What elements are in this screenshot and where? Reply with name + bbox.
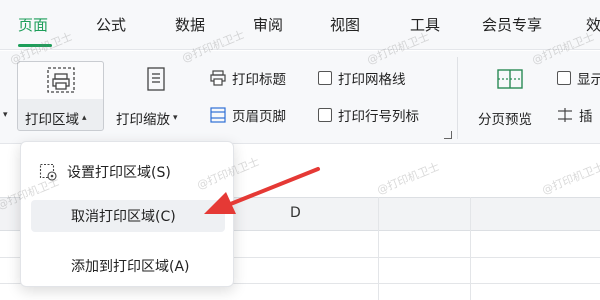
show-checkbox[interactable]: 显示 xyxy=(557,68,600,88)
menu-item-label: 添加到打印区域(A) xyxy=(71,259,190,275)
print-titles-icon xyxy=(210,70,226,86)
print-scale-label: 打印缩放 xyxy=(116,112,170,128)
ribbon-tab-bar: 页面 公式 数据 审阅 视图 工具 会员专享 效 xyxy=(0,0,600,50)
print-gridlines-label: 打印网格线 xyxy=(338,72,406,88)
print-scale-icon xyxy=(143,66,169,94)
insert-label: 插 xyxy=(579,109,593,125)
tab-view[interactable]: 视图 xyxy=(330,14,360,35)
column-header-d[interactable]: D xyxy=(290,205,301,221)
page-break-preview-button[interactable]: 分页预览 xyxy=(478,108,532,128)
print-scale-button[interactable]: 打印缩放 ▾ xyxy=(116,108,178,128)
print-row-col-labels-checkbox[interactable]: 打印行号列标 xyxy=(318,105,419,125)
show-label: 显示 xyxy=(577,72,600,88)
chevron-down-icon: ▾ xyxy=(173,113,178,123)
tab-page[interactable]: 页面 xyxy=(18,14,48,35)
checkbox-icon[interactable] xyxy=(318,108,332,122)
insert-button[interactable]: 插 xyxy=(557,105,593,125)
menu-item-cancel-print-area[interactable]: 取消打印区域(C) xyxy=(31,200,225,232)
tab-formula[interactable]: 公式 xyxy=(96,14,126,35)
print-titles-label: 打印标题 xyxy=(232,72,286,88)
group-left-caret[interactable]: ▾ xyxy=(3,110,8,120)
header-footer-button[interactable]: 页眉页脚 xyxy=(210,105,286,125)
header-footer-icon xyxy=(210,107,226,123)
print-titles-button[interactable]: 打印标题 xyxy=(210,68,286,88)
print-area-label: 打印区域 xyxy=(25,112,79,128)
print-area-icon xyxy=(46,66,76,94)
column-gridline xyxy=(378,197,379,300)
insert-icon xyxy=(557,107,573,123)
tab-data[interactable]: 数据 xyxy=(175,14,205,35)
column-gridline xyxy=(470,197,471,300)
menu-item-add-to-print-area[interactable]: 添加到打印区域(A) xyxy=(31,250,225,282)
print-gridlines-checkbox[interactable]: 打印网格线 xyxy=(318,68,406,88)
tab-review[interactable]: 审阅 xyxy=(253,14,283,35)
header-footer-label: 页眉页脚 xyxy=(232,109,286,125)
menu-item-label: 设置打印区域(S) xyxy=(67,165,171,181)
print-area-dropdown-menu: 设置打印区域(S) 取消打印区域(C) 添加到打印区域(A) xyxy=(20,141,234,287)
chevron-down-icon: ▴ xyxy=(82,113,87,123)
tab-member[interactable]: 会员专享 xyxy=(482,14,542,35)
dialog-launcher-icon[interactable] xyxy=(444,131,452,139)
page-break-preview-icon xyxy=(496,66,524,94)
checkbox-icon[interactable] xyxy=(557,71,571,85)
checkbox-icon[interactable] xyxy=(318,71,332,85)
print-row-col-labels: 打印行号列标 xyxy=(338,109,419,125)
menu-item-label: 取消打印区域(C) xyxy=(71,209,176,225)
group-divider xyxy=(457,57,458,139)
page-break-preview-label: 分页预览 xyxy=(478,112,532,128)
